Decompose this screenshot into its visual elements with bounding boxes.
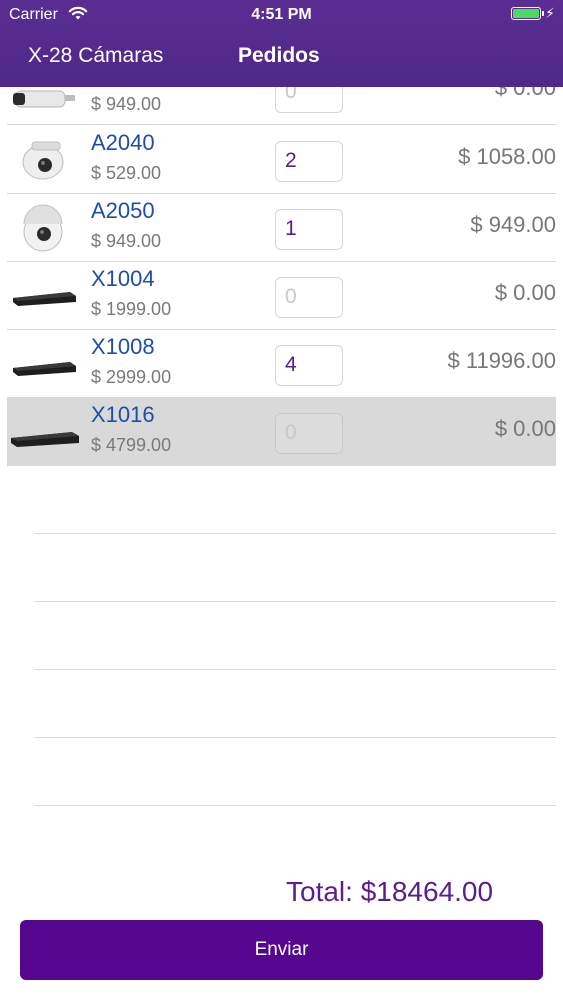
product-price: $ 949.00 xyxy=(91,94,162,114)
quantity-field[interactable]: 1 xyxy=(275,209,343,250)
product-code: A2040 xyxy=(91,130,155,155)
quantity-field[interactable]: 2 xyxy=(275,141,343,182)
row-separator xyxy=(34,805,556,806)
product-code: X1004 xyxy=(91,266,155,291)
row-subtotal: $ 11996.00 xyxy=(447,348,556,373)
product-price: $ 949.00 xyxy=(91,231,162,251)
product-price: $ 2999.00 xyxy=(91,367,172,387)
row-separator xyxy=(34,533,556,534)
row-separator xyxy=(34,737,556,738)
row-subtotal: $ 0.00 xyxy=(494,87,556,100)
table-row-selected[interactable]: X1016 $ 4799.00 0 $ 0.00 xyxy=(7,398,556,466)
bolt-icon: ⚡ xyxy=(545,5,555,21)
quantity-field[interactable]: 0 xyxy=(275,277,343,318)
status-time: 4:51 PM xyxy=(251,6,312,23)
dvr-recorder-image xyxy=(13,362,76,376)
table-row[interactable]: A2040 $ 529.00 2 $ 1058.00 xyxy=(7,126,556,194)
row-subtotal: $ 1058.00 xyxy=(458,144,556,169)
product-price: $ 529.00 xyxy=(91,163,162,183)
navigation-header: Carrier 4:51 PM ⚡ X-28 Cámaras Pedidos xyxy=(0,0,563,87)
table-row[interactable]: X1008 $ 2999.00 4 $ 11996.00 xyxy=(7,330,556,398)
send-button[interactable]: Enviar xyxy=(20,920,543,980)
product-price: $ 1999.00 xyxy=(91,299,172,319)
row-separator xyxy=(34,601,556,602)
status-bar: Carrier 4:51 PM ⚡ xyxy=(0,0,563,28)
row-subtotal: $ 0.00 xyxy=(494,416,556,441)
nav-bar: X-28 Cámaras Pedidos xyxy=(0,28,563,87)
table-row[interactable]: $ 949.00 0 $ 0.00 xyxy=(7,87,556,125)
back-button[interactable]: X-28 Cámaras xyxy=(28,44,163,68)
table-row[interactable]: A2050 $ 949.00 1 $ 949.00 xyxy=(7,194,556,262)
order-table[interactable]: $ 949.00 0 $ 0.00 A2040 $ 529.00 2 $ 105… xyxy=(0,87,563,807)
dome-camera-image xyxy=(23,204,63,252)
page-title: Pedidos xyxy=(238,44,320,67)
battery-icon xyxy=(511,7,544,20)
product-code: X1016 xyxy=(91,402,155,427)
row-subtotal: $ 0.00 xyxy=(494,280,556,305)
dome-camera-image xyxy=(22,141,64,180)
bullet-camera-image xyxy=(13,90,75,108)
dvr-recorder-image xyxy=(13,292,76,306)
row-subtotal: $ 949.00 xyxy=(470,212,556,237)
dvr-recorder-image xyxy=(11,432,79,447)
order-total: Total: $18464.00 xyxy=(286,876,494,907)
quantity-field[interactable]: 4 xyxy=(275,345,343,386)
product-code: A2050 xyxy=(91,198,155,223)
row-separator xyxy=(34,669,556,670)
table-row[interactable]: X1004 $ 1999.00 0 $ 0.00 xyxy=(7,262,556,330)
quantity-field[interactable]: 0 xyxy=(275,413,343,454)
quantity-field[interactable]: 0 xyxy=(275,87,343,113)
product-price: $ 4799.00 xyxy=(91,435,172,455)
product-code: X1008 xyxy=(91,334,155,359)
